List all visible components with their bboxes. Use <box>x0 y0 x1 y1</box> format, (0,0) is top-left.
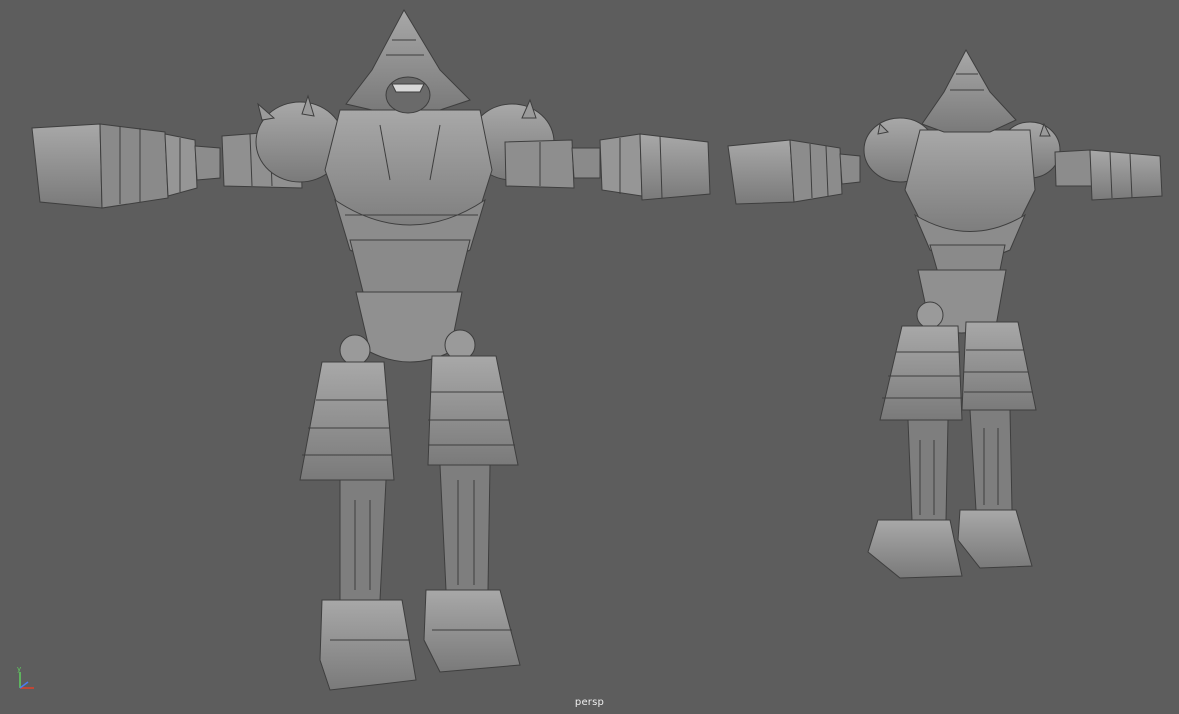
torso <box>324 109 493 363</box>
camera-label: persp <box>574 697 605 708</box>
head-2 <box>921 48 1017 133</box>
viewport-scene <box>31 8 1163 691</box>
left-leg <box>299 334 417 691</box>
right-arm-2 <box>1054 149 1163 201</box>
left-arm-2 <box>727 139 861 205</box>
right-leg-2 <box>957 321 1037 569</box>
axis-gizmo-icon: y <box>17 665 34 689</box>
left-leg-2 <box>867 301 963 579</box>
head <box>345 8 471 114</box>
right-arm <box>469 98 711 201</box>
robot-perspective-view[interactable] <box>727 48 1163 579</box>
torso-2 <box>904 129 1036 334</box>
right-leg <box>423 329 521 673</box>
axis-y-label: y <box>17 665 21 673</box>
robot-front-view[interactable] <box>31 8 711 691</box>
3d-viewport[interactable]: y persp <box>0 0 1179 714</box>
